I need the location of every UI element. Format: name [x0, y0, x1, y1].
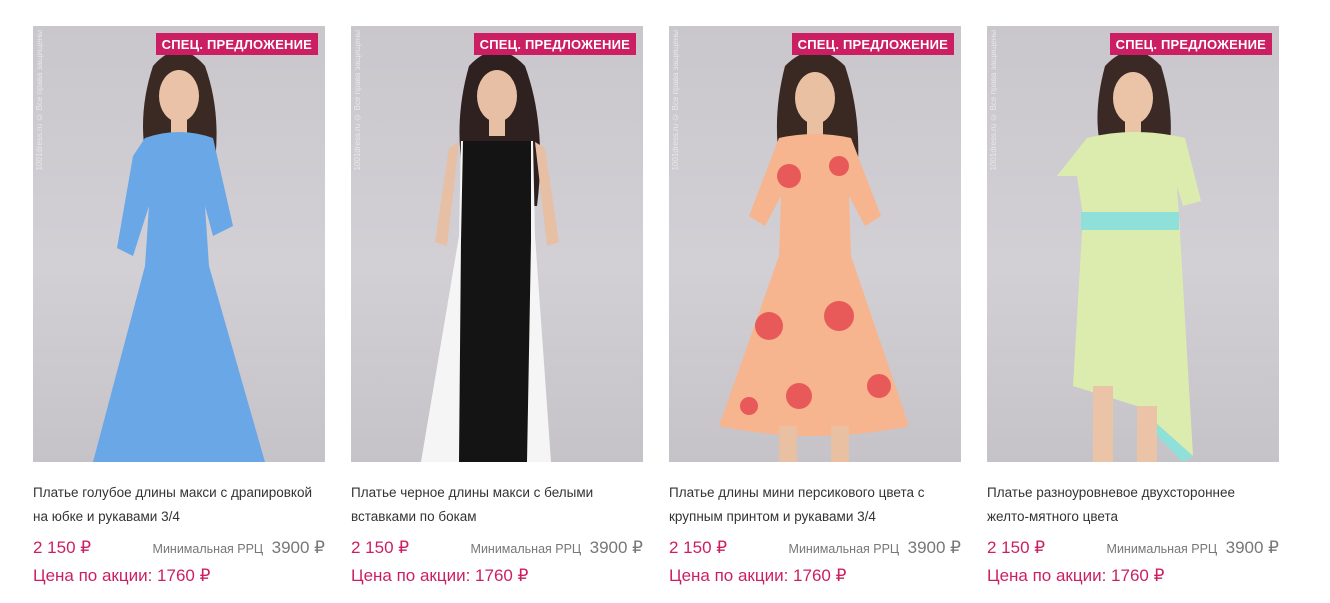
- watermark-text: 1001dress.ru © Все права защищены: [671, 30, 680, 171]
- price: 2 150 ₽: [987, 538, 1046, 557]
- rrc: Минимальная РРЦ 3900 ₽: [789, 538, 961, 558]
- rrc-label: Минимальная РРЦ: [788, 542, 900, 556]
- rrc: Минимальная РРЦ 3900 ₽: [1107, 538, 1279, 558]
- product-title-link[interactable]: Платье голубое длины макси с драпировкой…: [33, 481, 325, 529]
- price-row: 2 150 ₽ Минимальная РРЦ 3900 ₽: [987, 538, 1279, 558]
- product-photo[interactable]: 1001dress.ru © Все права защищены СПЕЦ. …: [987, 26, 1279, 462]
- product-grid: 1001dress.ru © Все права защищены СПЕЦ. …: [33, 26, 1279, 586]
- promo-price: Цена по акции: 1760 ₽: [987, 566, 1165, 585]
- product-photo[interactable]: 1001dress.ru © Все права защищены СПЕЦ. …: [33, 26, 325, 462]
- price: 2 150 ₽: [669, 538, 728, 557]
- price: 2 150 ₽: [351, 538, 410, 557]
- product-card[interactable]: 1001dress.ru © Все права защищены СПЕЦ. …: [987, 26, 1279, 586]
- product-card[interactable]: 1001dress.ru © Все права защищены СПЕЦ. …: [669, 26, 961, 586]
- watermark-text: 1001dress.ru © Все права защищены: [353, 30, 362, 171]
- rrc-value: 3900 ₽: [1225, 538, 1279, 557]
- model-illustration: [93, 51, 265, 462]
- product-card[interactable]: 1001dress.ru © Все права защищены СПЕЦ. …: [33, 26, 325, 586]
- promo-price: Цена по акции: 1760 ₽: [33, 566, 211, 585]
- rrc-label: Минимальная РРЦ: [1106, 542, 1218, 556]
- rrc-value: 3900 ₽: [589, 538, 643, 557]
- watermark-text: 1001dress.ru © Все права защищены: [989, 30, 998, 171]
- model-illustration: [421, 51, 559, 462]
- price-row: 2 150 ₽ Минимальная РРЦ 3900 ₽: [351, 538, 643, 558]
- special-offer-badge: СПЕЦ. ПРЕДЛОЖЕНИЕ: [1109, 33, 1272, 55]
- product-card[interactable]: 1001dress.ru © Все права защищены СПЕЦ. …: [351, 26, 643, 586]
- price-row: 2 150 ₽ Минимальная РРЦ 3900 ₽: [33, 538, 325, 558]
- price-row: 2 150 ₽ Минимальная РРЦ 3900 ₽: [669, 538, 961, 558]
- product-title-link[interactable]: Платье разноуровневое двухстороннее желт…: [987, 481, 1279, 529]
- model-illustration: [719, 51, 909, 462]
- product-photo[interactable]: 1001dress.ru © Все права защищены СПЕЦ. …: [351, 26, 643, 462]
- product-photo[interactable]: 1001dress.ru © Все права защищены СПЕЦ. …: [669, 26, 961, 462]
- price: 2 150 ₽: [33, 538, 92, 557]
- product-title-link[interactable]: Платье черное длины макси с белыми встав…: [351, 481, 643, 529]
- rrc-label: Минимальная РРЦ: [152, 542, 264, 556]
- rrc: Минимальная РРЦ 3900 ₽: [153, 538, 325, 558]
- rrc-value: 3900 ₽: [907, 538, 961, 557]
- product-title-link[interactable]: Платье длины мини персикового цвета с кр…: [669, 481, 961, 529]
- promo-price: Цена по акции: 1760 ₽: [669, 566, 847, 585]
- special-offer-badge: СПЕЦ. ПРЕДЛОЖЕНИЕ: [155, 33, 318, 55]
- rrc: Минимальная РРЦ 3900 ₽: [471, 538, 643, 558]
- special-offer-badge: СПЕЦ. ПРЕДЛОЖЕНИЕ: [791, 33, 954, 55]
- promo-price: Цена по акции: 1760 ₽: [351, 566, 529, 585]
- rrc-label: Минимальная РРЦ: [470, 542, 582, 556]
- rrc-value: 3900 ₽: [271, 538, 325, 557]
- watermark-text: 1001dress.ru © Все права защищены: [35, 30, 44, 171]
- special-offer-badge: СПЕЦ. ПРЕДЛОЖЕНИЕ: [473, 33, 636, 55]
- model-illustration: [1057, 51, 1201, 462]
